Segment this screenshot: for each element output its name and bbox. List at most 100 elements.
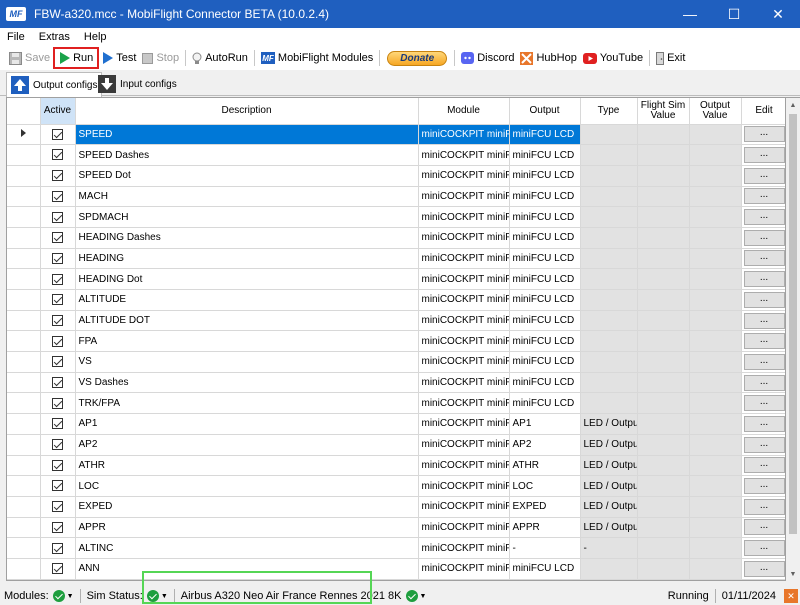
edit-button[interactable]: ... [743,415,785,432]
type-cell[interactable] [580,579,638,580]
description-cell[interactable]: ALTINC [75,537,419,559]
row-header[interactable] [7,165,41,187]
edit-button[interactable]: ... [743,333,785,350]
module-cell[interactable]: miniCOCKPIT miniFCU [418,351,510,373]
type-cell[interactable] [580,330,638,353]
module-cell[interactable]: miniCOCKPIT miniFCU [418,206,510,228]
hubhop-button[interactable]: HubHop [517,47,579,69]
active-cell[interactable] [40,537,76,559]
module-cell[interactable]: miniCOCKPIT miniFCU [418,392,510,415]
output-cell[interactable]: miniFCU LCD [509,310,581,332]
active-checkbox[interactable] [52,335,63,347]
type-cell[interactable]: LED / Output [580,517,638,539]
output-cell[interactable]: miniFCU LCD [509,124,581,146]
table-row[interactable] [7,579,785,580]
modules-status[interactable]: Modules: ▼ [0,590,78,602]
column-header-edit[interactable]: Edit [741,98,785,125]
active-checkbox[interactable] [52,542,63,554]
active-cell[interactable] [40,186,76,208]
module-cell[interactable]: miniCOCKPIT miniFCU [418,517,510,539]
output-cell[interactable]: miniFCU LCD [509,558,581,580]
donate-button[interactable]: Donate [387,50,448,66]
type-cell[interactable]: LED / Output [580,455,638,477]
active-checkbox[interactable] [52,356,63,368]
row-header[interactable] [7,124,41,146]
module-cell[interactable] [418,579,510,580]
module-cell[interactable]: miniCOCKPIT miniFCU [418,413,510,435]
edit-button[interactable]: ... [743,353,785,370]
stop-button[interactable]: Stop [139,47,182,69]
table-row[interactable]: HEADING DashesminiCOCKPIT miniFCUminiFCU… [7,227,785,249]
test-button[interactable]: Test [99,47,139,69]
table-row[interactable]: HEADING DotminiCOCKPIT miniFCUminiFCU LC… [7,268,785,290]
row-header[interactable] [7,475,41,497]
active-cell[interactable] [40,372,76,394]
edit-button[interactable]: ... [743,312,785,329]
output-cell[interactable]: miniFCU LCD [509,330,581,353]
type-cell[interactable]: - [580,537,638,559]
table-row[interactable]: ANNminiCOCKPIT miniFCUminiFCU LCD... [7,558,785,580]
output-cell[interactable]: miniFCU LCD [509,227,581,249]
edit-button[interactable]: ... [743,560,785,577]
row-header[interactable] [7,455,41,477]
edit-button[interactable]: ... [743,271,785,288]
menu-help[interactable]: Help [77,31,114,43]
row-header[interactable] [7,289,41,311]
edit-button[interactable]: ... [743,250,785,267]
menu-file[interactable]: File [0,31,32,43]
output-cell[interactable]: miniFCU LCD [509,248,581,270]
description-cell[interactable]: FPA [75,330,419,353]
description-cell[interactable]: SPEED Dot [75,165,419,187]
table-row[interactable]: ATHRminiCOCKPIT miniFCUATHRLED / Output.… [7,455,785,477]
active-checkbox[interactable] [52,170,63,182]
output-cell[interactable]: AP2 [509,434,581,456]
column-header-module[interactable]: Module [418,98,510,125]
table-row[interactable]: HEADINGminiCOCKPIT miniFCUminiFCU LCD... [7,248,785,270]
row-header[interactable] [7,310,41,332]
type-cell[interactable] [580,351,638,373]
active-cell[interactable] [40,144,76,166]
type-cell[interactable]: LED / Output [580,434,638,456]
youtube-button[interactable]: YouTube [580,47,646,69]
output-cell[interactable]: ATHR [509,455,581,477]
module-cell[interactable]: miniCOCKPIT miniFCU [418,537,510,559]
column-header-output[interactable]: Output [509,98,581,125]
active-cell[interactable] [40,165,76,187]
module-cell[interactable]: miniCOCKPIT miniFCU [418,248,510,270]
row-header[interactable] [7,268,41,290]
table-row[interactable]: SPEED DashesminiCOCKPIT miniFCUminiFCU L… [7,144,785,166]
active-cell[interactable] [40,310,76,332]
edit-button[interactable]: ... [743,540,785,557]
output-cell[interactable]: miniFCU LCD [509,351,581,373]
module-cell[interactable]: miniCOCKPIT miniFCU [418,455,510,477]
type-cell[interactable] [580,206,638,228]
scroll-down-arrow-icon[interactable]: ▼ [786,567,800,581]
active-cell[interactable] [40,227,76,249]
output-cell[interactable]: miniFCU LCD [509,289,581,311]
description-cell[interactable]: HEADING Dashes [75,227,419,249]
active-cell[interactable] [40,434,76,456]
column-header-output-value[interactable]: Output Value [689,98,742,125]
close-button[interactable]: ✕ [756,0,800,28]
active-checkbox[interactable] [52,314,63,326]
edit-button[interactable]: ... [743,167,785,184]
row-header[interactable] [7,392,41,415]
active-checkbox[interactable] [52,521,63,533]
module-cell[interactable]: miniCOCKPIT miniFCU [418,310,510,332]
active-checkbox[interactable] [52,397,63,409]
type-cell[interactable]: LED / Output [580,496,638,518]
row-header[interactable] [7,372,41,394]
hubhop-status-icon[interactable]: ✕ [784,589,798,603]
description-cell[interactable]: ATHR [75,455,419,477]
table-row[interactable]: ALTITUDEminiCOCKPIT miniFCUminiFCU LCD..… [7,289,785,311]
description-cell[interactable]: HEADING Dot [75,268,419,290]
output-cell[interactable] [509,579,581,580]
module-cell[interactable]: miniCOCKPIT miniFCU [418,434,510,456]
table-row[interactable]: TRK/FPAminiCOCKPIT miniFCUminiFCU LCD... [7,392,785,415]
active-checkbox[interactable] [52,294,63,306]
scroll-up-arrow-icon[interactable]: ▲ [786,98,800,112]
module-cell[interactable]: miniCOCKPIT miniFCU [418,558,510,580]
description-cell[interactable]: MACH [75,186,419,208]
active-cell[interactable] [40,579,76,580]
edit-button[interactable]: ... [743,209,785,226]
